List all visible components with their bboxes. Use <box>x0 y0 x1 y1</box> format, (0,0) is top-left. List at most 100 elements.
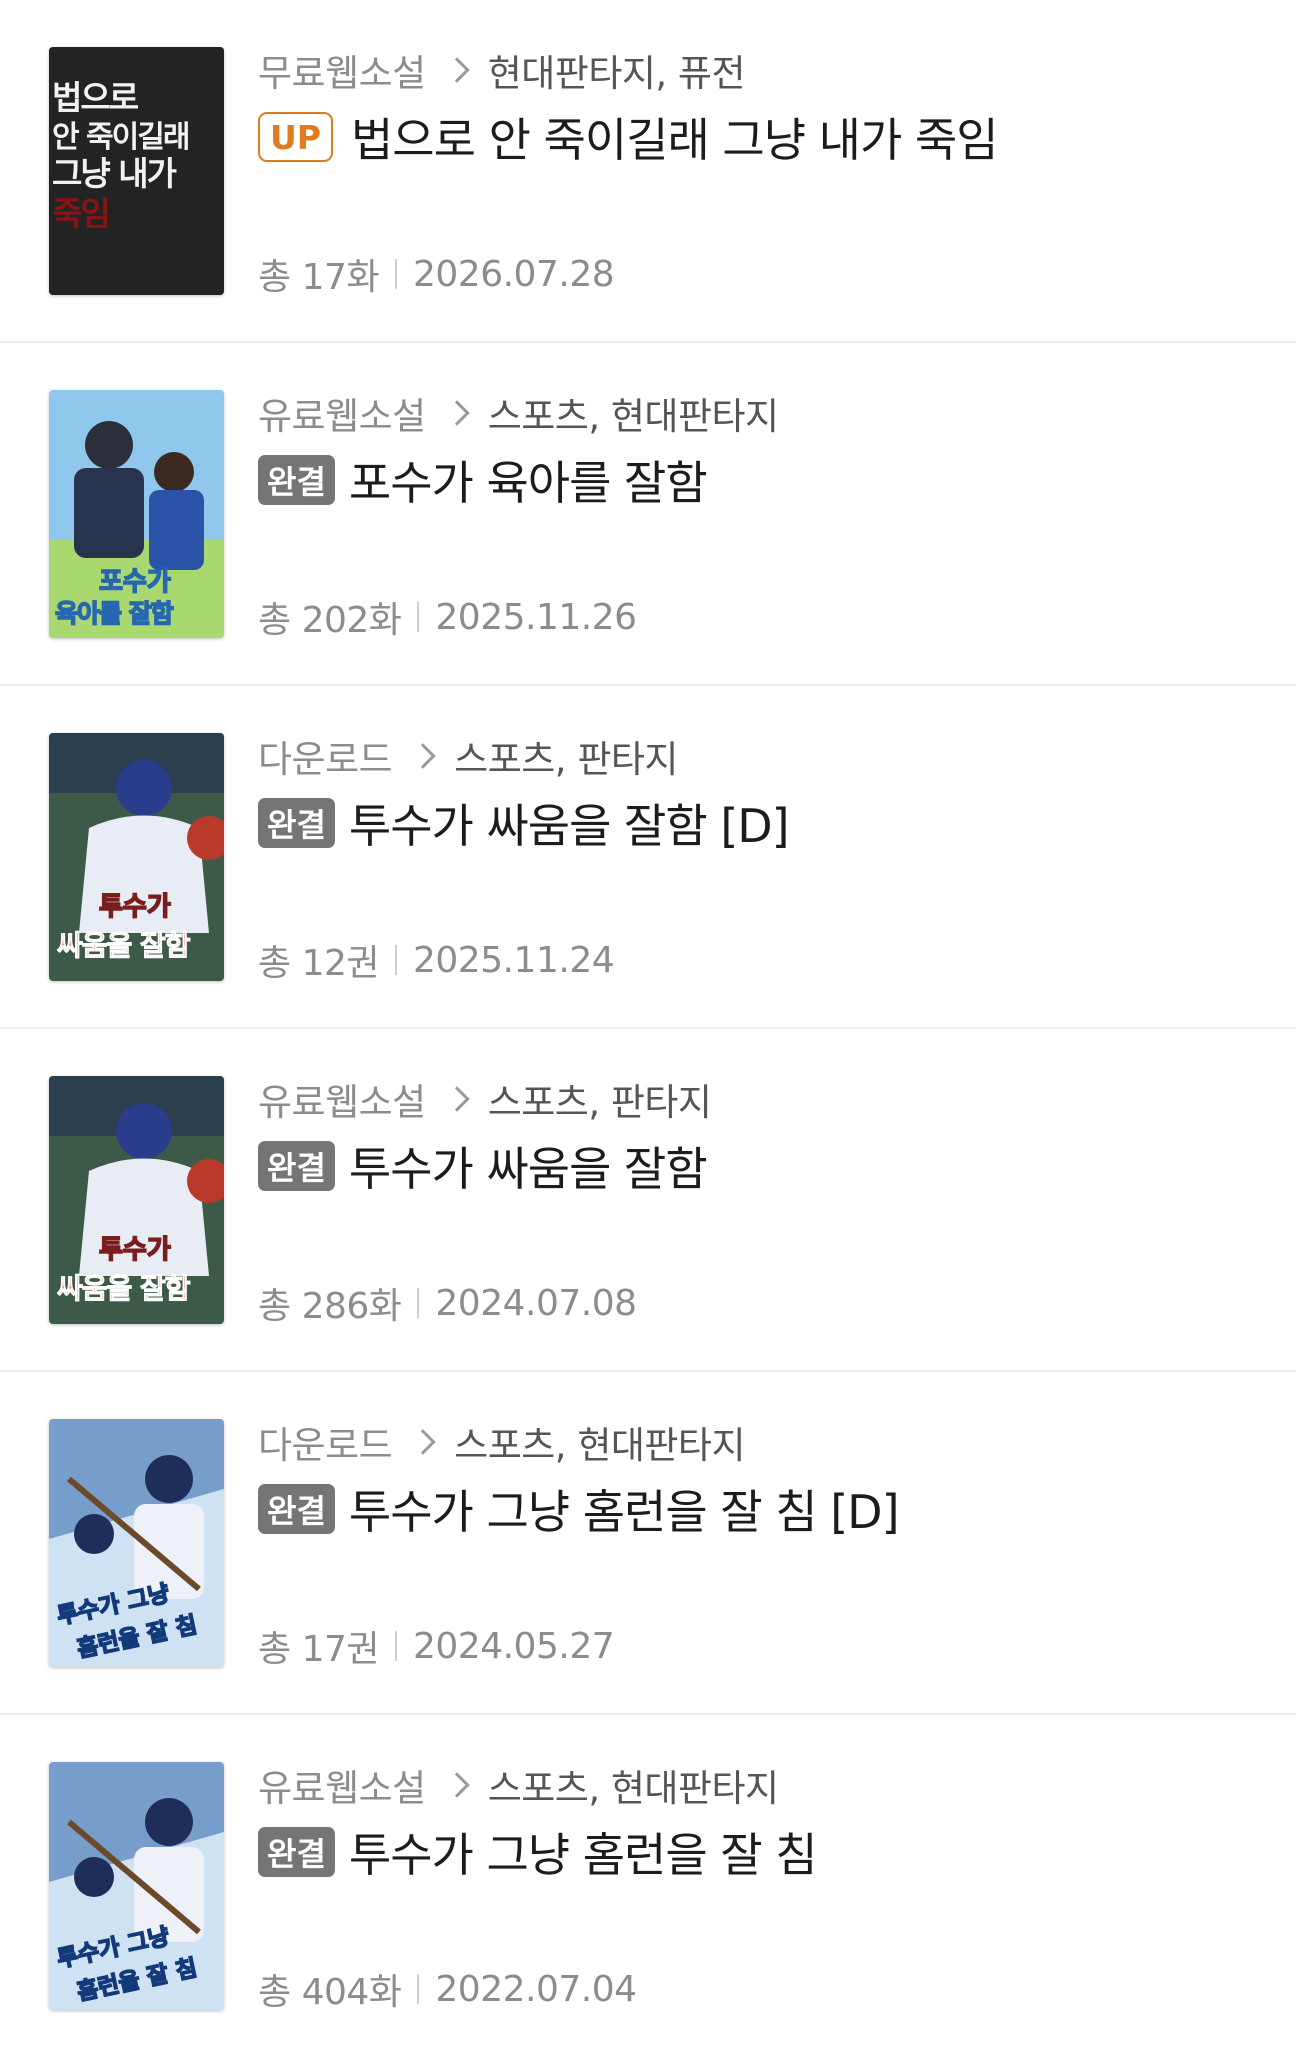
chevron-right-icon <box>410 741 440 771</box>
platform-label[interactable]: 유료웹소설 <box>258 1072 426 1126</box>
title-line[interactable]: UP 법으로 안 죽이길래 그냥 내가 죽임 <box>258 105 1268 169</box>
cover-art: 법으로안 죽이길래그냥 내가죽임 <box>49 47 224 295</box>
episode-count: 총 202화 <box>258 600 402 641</box>
cover-thumbnail[interactable]: 투수가 그냥 홈런을 잘 침 <box>49 1762 224 2010</box>
item-meta: 총 202화 2025.11.26 <box>258 591 637 643</box>
title-line[interactable]: 완결 투수가 그냥 홈런을 잘 침 [D] <box>258 1477 1268 1541</box>
divider <box>417 602 420 632</box>
item-meta: 총 286화 2024.07.08 <box>258 1277 637 1329</box>
item-meta: 총 404화 2022.07.04 <box>258 1963 637 2015</box>
cover-title-line: 투수가 <box>99 892 171 922</box>
divider <box>417 1288 420 1318</box>
list-item[interactable]: 투수가 그냥 홈런을 잘 침 다운로드 스포츠, 현대판타지 완결 투수가 그냥 … <box>0 1372 1296 1715</box>
cover-art: 투수가싸움을 잘함 <box>49 733 224 981</box>
chevron-right-icon <box>444 1770 474 1800</box>
episode-count: 총 17화 <box>258 257 380 298</box>
cover-thumbnail[interactable]: 포수가 육아를 잘함 <box>49 390 224 638</box>
episode-count: 총 17권 <box>258 1629 380 1670</box>
genre-label: 스포츠, 판타지 <box>454 738 678 781</box>
list-item[interactable]: 투수가 그냥 홈런을 잘 침 유료웹소설 스포츠, 현대판타지 완결 투수가 그냥… <box>0 1715 1296 2048</box>
breadcrumb: 유료웹소설 스포츠, 판타지 <box>258 1071 1268 1127</box>
updated-date: 2025.11.24 <box>413 939 615 981</box>
novel-title[interactable]: 투수가 그냥 홈런을 잘 침 <box>349 1819 818 1885</box>
breadcrumb: 다운로드 스포츠, 판타지 <box>258 728 1268 784</box>
platform-label[interactable]: 다운로드 <box>258 1415 393 1469</box>
genre-label: 스포츠, 현대판타지 <box>487 395 779 438</box>
genre-label: 현대판타지, 퓨전 <box>487 52 746 95</box>
cover-title-line: 그냥 내가 <box>52 154 177 193</box>
item-info: 다운로드 스포츠, 현대판타지 완결 투수가 그냥 홈런을 잘 침 [D] 총 … <box>258 1414 1268 1670</box>
cover-title-line: 법으로 <box>52 78 139 117</box>
status-badge: UP <box>258 112 333 162</box>
cover-thumbnail[interactable]: 법으로 안 죽이길래 그냥 내가 죽임 <box>49 47 224 295</box>
cover-title-line: 싸움을 잘함 <box>57 929 191 962</box>
novel-list: 법으로 안 죽이길래 그냥 내가 죽임 무료웹소설 현대판타지, 퓨전 UP 법으로 … <box>0 0 1296 2048</box>
cover-title-line: 육아를 잘함 <box>55 599 174 628</box>
status-badge: 완결 <box>258 798 335 848</box>
cover-art: 투수가 그냥홈런을 잘 침 <box>49 1419 224 1667</box>
updated-date: 2026.07.28 <box>413 253 615 295</box>
platform-label[interactable]: 다운로드 <box>258 729 393 783</box>
status-badge: 완결 <box>258 1141 335 1191</box>
breadcrumb: 유료웹소설 스포츠, 현대판타지 <box>258 1757 1268 1813</box>
breadcrumb: 유료웹소설 스포츠, 현대판타지 <box>258 385 1268 441</box>
genre-label: 스포츠, 현대판타지 <box>454 1424 746 1467</box>
novel-title[interactable]: 투수가 싸움을 잘함 [D] <box>349 790 790 856</box>
cover-title-line: 죽임 <box>52 194 109 233</box>
status-badge: 완결 <box>258 455 335 505</box>
list-item[interactable]: 투수가싸움을 잘함 다운로드 스포츠, 판타지 완결 투수가 싸움을 잘함 [D… <box>0 686 1296 1029</box>
platform-label[interactable]: 무료웹소설 <box>258 43 426 97</box>
item-meta: 총 12권 2025.11.24 <box>258 934 615 986</box>
genre-label: 스포츠, 현대판타지 <box>487 1767 779 1810</box>
divider <box>395 259 397 289</box>
list-item[interactable]: 투수가싸움을 잘함 유료웹소설 스포츠, 판타지 완결 투수가 싸움을 잘함 총… <box>0 1029 1296 1372</box>
cover-thumbnail[interactable]: 투수가 그냥 홈런을 잘 침 <box>49 1419 224 1667</box>
updated-date: 2022.07.04 <box>435 1968 637 2010</box>
cover-art: 투수가 그냥홈런을 잘 침 <box>49 1762 224 2010</box>
title-line[interactable]: 완결 포수가 육아를 잘함 <box>258 448 1268 512</box>
status-badge: 완결 <box>258 1484 335 1534</box>
cover-title-line: 포수가 <box>99 567 171 597</box>
item-info: 유료웹소설 스포츠, 현대판타지 완결 포수가 육아를 잘함 총 202화 20… <box>258 385 1268 641</box>
item-info: 다운로드 스포츠, 판타지 완결 투수가 싸움을 잘함 [D] 총 12권 20… <box>258 728 1268 984</box>
episode-count: 총 286화 <box>258 1286 402 1327</box>
platform-label[interactable]: 유료웹소설 <box>258 386 426 440</box>
title-line[interactable]: 완결 투수가 싸움을 잘함 <box>258 1134 1268 1198</box>
updated-date: 2025.11.26 <box>435 596 637 638</box>
novel-title[interactable]: 투수가 싸움을 잘함 <box>349 1133 708 1199</box>
breadcrumb: 다운로드 스포츠, 현대판타지 <box>258 1414 1268 1470</box>
status-badge: 완결 <box>258 1827 335 1877</box>
cover-art: 투수가싸움을 잘함 <box>49 1076 224 1324</box>
title-line[interactable]: 완결 투수가 싸움을 잘함 [D] <box>258 791 1268 855</box>
updated-date: 2024.05.27 <box>413 1625 615 1667</box>
title-line[interactable]: 완결 투수가 그냥 홈런을 잘 침 <box>258 1820 1268 1884</box>
list-item[interactable]: 법으로 안 죽이길래 그냥 내가 죽임 무료웹소설 현대판타지, 퓨전 UP 법으로 … <box>0 0 1296 343</box>
item-info: 유료웹소설 스포츠, 현대판타지 완결 투수가 그냥 홈런을 잘 침 총 404… <box>258 1757 1268 2013</box>
cover-title-line: 투수가 <box>99 1235 171 1265</box>
cover-title-line: 싸움을 잘함 <box>57 1272 191 1305</box>
episode-count: 총 12권 <box>258 943 380 984</box>
breadcrumb: 무료웹소설 현대판타지, 퓨전 <box>258 42 1268 98</box>
item-info: 무료웹소설 현대판타지, 퓨전 UP 법으로 안 죽이길래 그냥 내가 죽임 총… <box>258 42 1268 298</box>
cover-thumbnail[interactable]: 투수가싸움을 잘함 <box>49 733 224 981</box>
item-info: 유료웹소설 스포츠, 판타지 완결 투수가 싸움을 잘함 총 286화 2024… <box>258 1071 1268 1327</box>
divider <box>395 1631 397 1661</box>
list-item[interactable]: 포수가 육아를 잘함 유료웹소설 스포츠, 현대판타지 완결 포수가 육아를 잘함… <box>0 343 1296 686</box>
genre-label: 스포츠, 판타지 <box>487 1081 712 1124</box>
cover-art: 포수가육아를 잘함 <box>49 390 224 638</box>
updated-date: 2024.07.08 <box>435 1282 637 1324</box>
episode-count: 총 404화 <box>258 1972 402 2013</box>
novel-title[interactable]: 법으로 안 죽이길래 그냥 내가 죽임 <box>351 104 999 170</box>
chevron-right-icon <box>444 398 474 428</box>
novel-title[interactable]: 포수가 육아를 잘함 <box>349 447 708 513</box>
item-meta: 총 17권 2024.05.27 <box>258 1620 615 1672</box>
divider <box>395 945 397 975</box>
item-meta: 총 17화 2026.07.28 <box>258 248 615 300</box>
chevron-right-icon <box>410 1427 440 1457</box>
divider <box>417 1974 420 2004</box>
cover-thumbnail[interactable]: 투수가싸움을 잘함 <box>49 1076 224 1324</box>
novel-title[interactable]: 투수가 그냥 홈런을 잘 침 [D] <box>349 1476 900 1542</box>
cover-title-line: 안 죽이길래 <box>52 120 189 155</box>
platform-label[interactable]: 유료웹소설 <box>258 1758 426 1812</box>
chevron-right-icon <box>444 1084 474 1114</box>
